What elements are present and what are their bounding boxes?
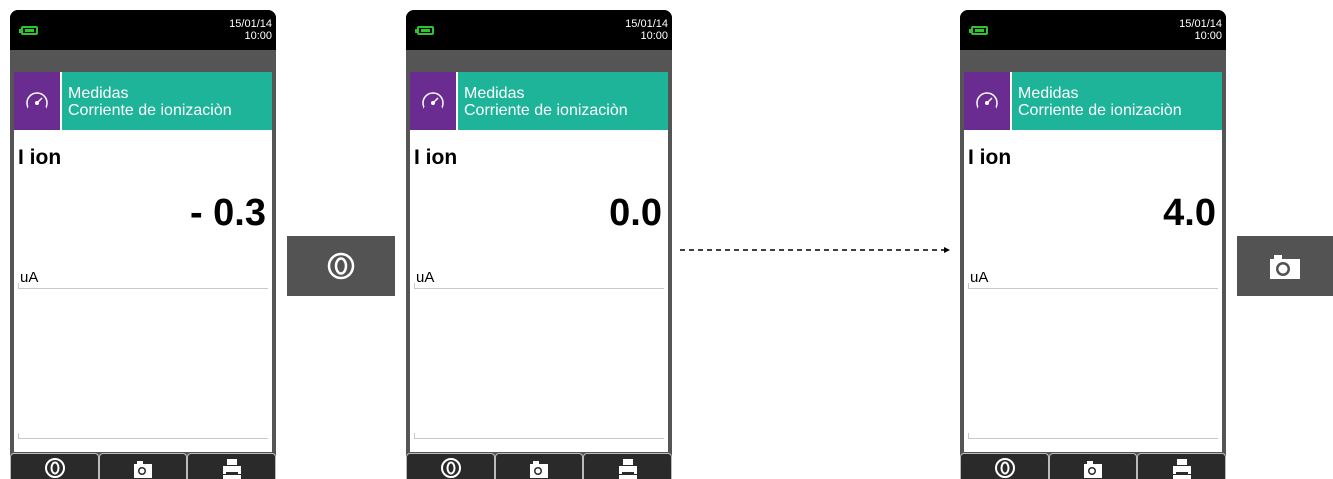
camera-softkey[interactable] [99,453,187,479]
measurement-panel: Medidas Corriente de ionizaciòn I ion 0.… [410,72,668,452]
camera-icon [1270,255,1300,279]
measurements-menu-button[interactable] [14,72,60,130]
header-title: Medidas [68,85,129,102]
header-title: Medidas [1018,85,1079,102]
print-softkey[interactable] [187,453,276,479]
printer-icon [618,459,637,479]
header-subtitle: Corriente de ionizaciòn [1018,102,1182,119]
battery-icon [19,26,38,35]
camera-key[interactable] [1237,236,1333,296]
measurement-panel: Medidas Corriente de ionizaciòn I ion 4.… [964,72,1222,452]
measurements-menu-button[interactable] [964,72,1010,130]
measurements-menu-button[interactable] [410,72,456,130]
softkey-bar [960,453,1226,479]
unit-label: uA [20,269,39,286]
gauge-icon [26,92,48,115]
time-text: 10:00 [1194,30,1222,42]
parameter-name: I ion [968,146,1012,169]
date-text: 15/01/14 [229,18,272,30]
separator-line [414,438,664,439]
unit-label: uA [970,269,989,286]
battery-icon [969,26,988,35]
header-title-box: Medidas Corriente de ionizaciòn [1012,72,1222,130]
header-title-box: Medidas Corriente de ionizaciòn [62,72,272,130]
device-screen-2: 15/01/14 10:00 Medidas Corriente de ioni… [406,10,672,479]
zero-softkey[interactable] [960,453,1049,479]
gauge-icon [422,92,444,115]
reading-value: 4.0 [1163,192,1216,234]
camera-icon [530,461,548,478]
status-bar: 15/01/14 10:00 [406,10,672,50]
separator-tick [968,433,969,438]
status-bar: 15/01/14 10:00 [10,10,276,50]
reading-value: - 0.3 [189,192,266,234]
device-screen-3: 15/01/14 10:00 Medidas Corriente de ioni… [960,10,1226,479]
reading-value: 0.0 [609,192,662,234]
status-bar: 15/01/14 10:00 [960,10,1226,50]
zero-softkey[interactable] [406,453,495,479]
dashed-arrow [680,247,950,253]
zero-softkey[interactable] [10,453,99,479]
header-subtitle: Corriente de ionizaciòn [68,102,232,119]
separator-line [968,288,1218,289]
date-text: 15/01/14 [625,18,668,30]
separator-tick [414,433,415,438]
zero-icon [44,458,65,478]
unit-label: uA [416,269,435,286]
separator-tick [414,283,415,288]
camera-icon [134,461,152,478]
separator-line [18,288,268,289]
parameter-name: I ion [414,146,458,169]
header-title: Medidas [464,85,525,102]
printer-icon [1172,459,1191,479]
softkey-bar [406,453,672,479]
separator-tick [18,433,19,438]
separator-line [18,438,268,439]
time-text: 10:00 [640,30,668,42]
print-softkey[interactable] [583,453,672,479]
date-text: 15/01/14 [1179,18,1222,30]
softkey-bar [10,453,276,479]
zero-key[interactable] [287,236,395,296]
device-screen-1: 15/01/14 10:00 Medidas Corriente de ioni… [10,10,276,479]
separator-line [968,438,1218,439]
zero-icon [327,252,355,280]
zero-icon [994,458,1015,478]
header-subtitle: Corriente de ionizaciòn [464,102,628,119]
camera-softkey[interactable] [495,453,583,479]
header-title-box: Medidas Corriente de ionizaciòn [458,72,668,130]
print-softkey[interactable] [1137,453,1226,479]
separator-tick [968,283,969,288]
camera-softkey[interactable] [1049,453,1137,479]
parameter-name: I ion [18,146,62,169]
battery-icon [415,26,434,35]
zero-icon [440,458,461,478]
separator-tick [18,283,19,288]
separator-line [414,288,664,289]
printer-icon [222,459,241,479]
camera-icon [1084,461,1102,478]
time-text: 10:00 [244,30,272,42]
measurement-panel: Medidas Corriente de ionizaciòn I ion - … [14,72,272,452]
gauge-icon [976,92,998,115]
